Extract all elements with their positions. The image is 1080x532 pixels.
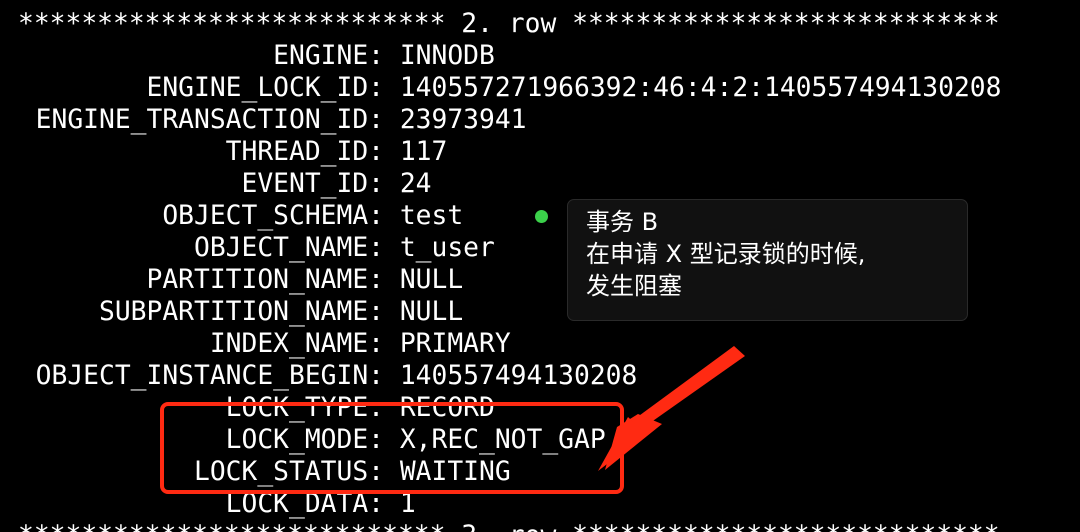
field-row-engine-lock-id: ENGINE_LOCK_ID: 140557271966392:46:4:2:1… <box>18 72 1002 104</box>
lock-status-highlight-box <box>160 402 624 494</box>
field-key: OBJECT_INSTANCE_BEGIN: <box>35 361 384 391</box>
field-row-thread-id: THREAD_ID: 117 <box>18 136 448 168</box>
field-value: t_user <box>399 233 495 263</box>
annotation-line-blocked: 发生阻塞 <box>586 272 682 300</box>
field-value: PRIMARY <box>399 329 511 359</box>
field-value: 23973941 <box>399 105 527 135</box>
field-row-partition-name: PARTITION_NAME: NULL <box>18 264 464 296</box>
field-value: NULL <box>399 297 464 327</box>
field-key: OBJECT_SCHEMA: <box>162 201 384 231</box>
field-key: PARTITION_NAME: <box>146 265 385 295</box>
field-key: ENGINE_TRANSACTION_ID: <box>35 105 384 135</box>
field-value: 140557494130208 <box>399 361 638 391</box>
field-row-index-name: INDEX_NAME: PRIMARY <box>18 328 511 360</box>
annotation-line-request: 在申请 X 型记录锁的时候, <box>586 240 866 268</box>
field-value: 140557271966392:46:4:2:140557494130208 <box>399 73 1002 103</box>
field-value: test <box>399 201 464 231</box>
annotation-line-transaction: 事务 B <box>586 208 659 236</box>
field-key: SUBPARTITION_NAME: <box>99 297 384 327</box>
annotation-callout: 事务 B 在申请 X 型记录锁的时候, 发生阻塞 <box>567 199 968 321</box>
partial-bottom-line: *************************** 3. row *****… <box>18 520 1000 532</box>
field-value: 117 <box>399 137 448 167</box>
field-value: 24 <box>399 169 432 199</box>
field-key: EVENT_ID: <box>241 169 384 199</box>
field-row-object-name: OBJECT_NAME: t_user <box>18 232 495 264</box>
field-value: NULL <box>399 265 464 295</box>
annotation-dot-icon <box>535 210 548 223</box>
field-key: ENGINE_LOCK_ID: <box>146 73 385 103</box>
field-row-subpartition-name: SUBPARTITION_NAME: NULL <box>18 296 463 328</box>
field-row-engine-transaction-id: ENGINE_TRANSACTION_ID: 23973941 <box>18 104 527 136</box>
field-row-object-schema: OBJECT_SCHEMA: test <box>18 200 463 232</box>
field-row-object-instance-begin: OBJECT_INSTANCE_BEGIN: 140557494130208 <box>18 360 638 392</box>
field-value: INNODB <box>399 41 495 71</box>
field-row-engine: ENGINE: INNODB <box>18 40 495 72</box>
field-key: INDEX_NAME: <box>209 329 384 359</box>
field-key: OBJECT_NAME: <box>194 233 384 263</box>
field-row-event-id: EVENT_ID: 24 <box>18 168 432 200</box>
field-key: ENGINE: <box>273 41 384 71</box>
field-key: THREAD_ID: <box>225 137 384 167</box>
row-separator: *************************** 2. row *****… <box>18 9 1000 39</box>
